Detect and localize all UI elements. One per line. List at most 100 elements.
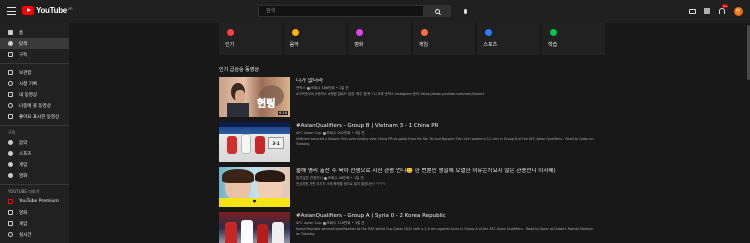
video-description: Vietnam secured a historic first-ever vi… (296, 137, 594, 146)
sidebar-item-label: 게임 (19, 162, 28, 168)
category-label: 인기 (225, 42, 235, 48)
trending-icon (227, 29, 234, 36)
video-stats: 조회수 186만회 • 1일 전 (310, 86, 349, 90)
video-item[interactable]: ♥ 올해 명리 출산 수 육아 전쟁으로 지친 관종 언니🙂 한 번뿐인 생일에… (219, 167, 599, 207)
video-description: 관심지원 가판 지기가 크게 축하할 정도로 많이 울었다는? ㅋㅋㅋ (296, 182, 385, 186)
account-button[interactable]: 연 (732, 5, 744, 17)
video-thumbnail[interactable] (219, 212, 290, 243)
create-video-icon (688, 8, 696, 14)
bell-icon (719, 8, 725, 14)
live-icon (8, 232, 13, 237)
sidebar-item-label: 탐색 (19, 41, 28, 47)
sidebar-item-label: 홈 (19, 30, 24, 36)
voice-search-button[interactable] (460, 6, 471, 17)
category-trending[interactable]: 인기 (219, 23, 282, 55)
channel-name[interactable]: 밉지않은 관종언니 (296, 176, 323, 180)
sidebar-item-library[interactable]: 보관함 (0, 67, 69, 78)
category-sports[interactable]: 스포츠 (477, 23, 540, 55)
channel-name[interactable]: AFC Asian Cup (296, 131, 322, 135)
sidebar-item-label: 보관함 (19, 70, 32, 76)
notification-badge: 9+ (722, 4, 729, 8)
gaming-icon (420, 29, 428, 36)
sidebar-item-movies[interactable]: 영화 (0, 170, 69, 181)
video-thumbnail[interactable]: 3-1 (219, 122, 290, 162)
category-label: 게임 (418, 42, 428, 48)
video-title[interactable]: 올해 명리 출산 수 육아 전쟁으로 지친 관종 언니🙂 한 번뿐인 생일에 오… (296, 168, 596, 175)
verified-icon (322, 131, 326, 135)
films-icon (8, 210, 13, 215)
create-button[interactable] (686, 5, 698, 17)
home-icon (8, 30, 13, 35)
video-title[interactable]: #AsianQualifiers - Group B | Vietnam 3 -… (296, 123, 596, 130)
menu-icon[interactable] (7, 7, 16, 15)
video-stats: 조회수 116만회 • 3일 전 (326, 221, 365, 225)
channel-name[interactable]: 숏박스 (296, 86, 306, 90)
sidebar-item-live[interactable]: 실시간 (0, 229, 69, 240)
search-input[interactable] (259, 6, 423, 16)
category-music[interactable]: 음악 (283, 23, 347, 55)
video-item[interactable]: 3-1 #AsianQualifiers - Group B | Vietnam… (219, 122, 599, 162)
category-movies[interactable]: 영화 (348, 23, 411, 55)
video-thumbnail[interactable]: 헌팅 6:16 (219, 77, 290, 117)
sidebar-item-films[interactable]: 영화 (0, 207, 69, 218)
video-title[interactable]: 니가 없더라 (296, 78, 596, 85)
video-duration: 6:16 (278, 111, 288, 115)
sidebar-item-label: 구독 (19, 52, 28, 58)
video-description: #코빅숏무비 #숏박스 #현팅 업로드 일정: 매주 월/목 7시 오후 숏박스… (296, 92, 485, 96)
sidebar-item-music[interactable]: 음악 (0, 137, 69, 148)
category-label: 스포츠 (483, 42, 498, 48)
video-stats: 조회수 262만회 • 3일 전 (326, 131, 365, 135)
sidebar-item-premium[interactable]: YouTube Premium (0, 196, 69, 207)
apps-button[interactable] (701, 5, 713, 17)
youtube-logo[interactable]: YouTube KR (22, 6, 73, 15)
video-item[interactable]: 헌팅 6:16 니가 없더라 숏박스 조회수 186만회 • 1일 전 #코빅숏무… (219, 77, 599, 117)
sidebar-item-label: 시청 기록 (19, 81, 37, 87)
sidebar-item-label: 영화 (19, 210, 28, 216)
learning-icon (549, 29, 557, 36)
liked-videos-icon (8, 114, 13, 119)
sports-channel-icon (8, 151, 13, 156)
sidebar-item-games[interactable]: 게임 (0, 218, 69, 229)
verified-icon (306, 86, 310, 90)
video-title[interactable]: #AsianQualifiers - Group A | Syria 0 - 2… (296, 213, 596, 220)
category-gaming[interactable]: 게임 (412, 23, 476, 55)
notifications-button[interactable]: 9+ (716, 4, 729, 17)
history-icon (8, 81, 13, 86)
category-learning[interactable]: 학습 (541, 23, 605, 55)
sidebar-item-label: 좋아요 표시한 동영상 (19, 114, 60, 120)
search-icon (434, 8, 440, 14)
movies-icon (356, 29, 364, 36)
section-title: 인기 급상승 동영상 (219, 67, 259, 73)
my-videos-icon (8, 92, 13, 97)
divider (0, 125, 69, 126)
explore-categories: 인기 음악 영화 게임 스포츠 학습 (219, 23, 607, 55)
search-button[interactable] (423, 6, 450, 16)
sidebar-item-subscriptions[interactable]: 구독 (0, 49, 69, 60)
channel-name[interactable]: AFC Asian Cup (296, 221, 322, 225)
sidebar-item-label: 영화 (19, 173, 28, 179)
sidebar-item-my-videos[interactable]: 내 동영상 (0, 89, 69, 100)
sidebar-item-liked-videos[interactable]: 좋아요 표시한 동영상 (0, 111, 69, 122)
library-icon (8, 70, 13, 75)
scrollbar-thumb[interactable] (746, 25, 750, 80)
games-icon (8, 221, 13, 226)
video-item[interactable]: #AsianQualifiers - Group A | Syria 0 - 2… (219, 212, 599, 243)
divider (0, 184, 69, 185)
sidebar-item-label: 나중에 볼 동영상 (19, 103, 51, 109)
sidebar-item-home[interactable]: 홈 (0, 27, 69, 38)
video-thumbnail[interactable]: ♥ (219, 167, 290, 207)
category-label: 음악 (289, 42, 299, 48)
sidebar-item-watch-later[interactable]: 나중에 볼 동영상 (0, 100, 69, 111)
sidebar-item-history[interactable]: 시청 기록 (0, 78, 69, 89)
microphone-icon (464, 9, 467, 14)
sidebar-item-sports[interactable]: 스포츠 (0, 148, 69, 159)
scrollbar[interactable] (746, 23, 750, 243)
video-stats: 조회수 46만회 • 1일 전 (327, 176, 364, 180)
sidebar-item-label: YouTube Premium (19, 199, 59, 204)
sidebar-item-gaming[interactable]: 게임 (0, 159, 69, 170)
explore-icon (8, 41, 13, 46)
sidebar-item-label: 내 동영상 (19, 92, 37, 98)
subscriptions-icon (8, 52, 13, 57)
sidebar-item-label: 스포츠 (19, 151, 32, 157)
sidebar-item-explore[interactable]: 탐색 (0, 38, 69, 49)
